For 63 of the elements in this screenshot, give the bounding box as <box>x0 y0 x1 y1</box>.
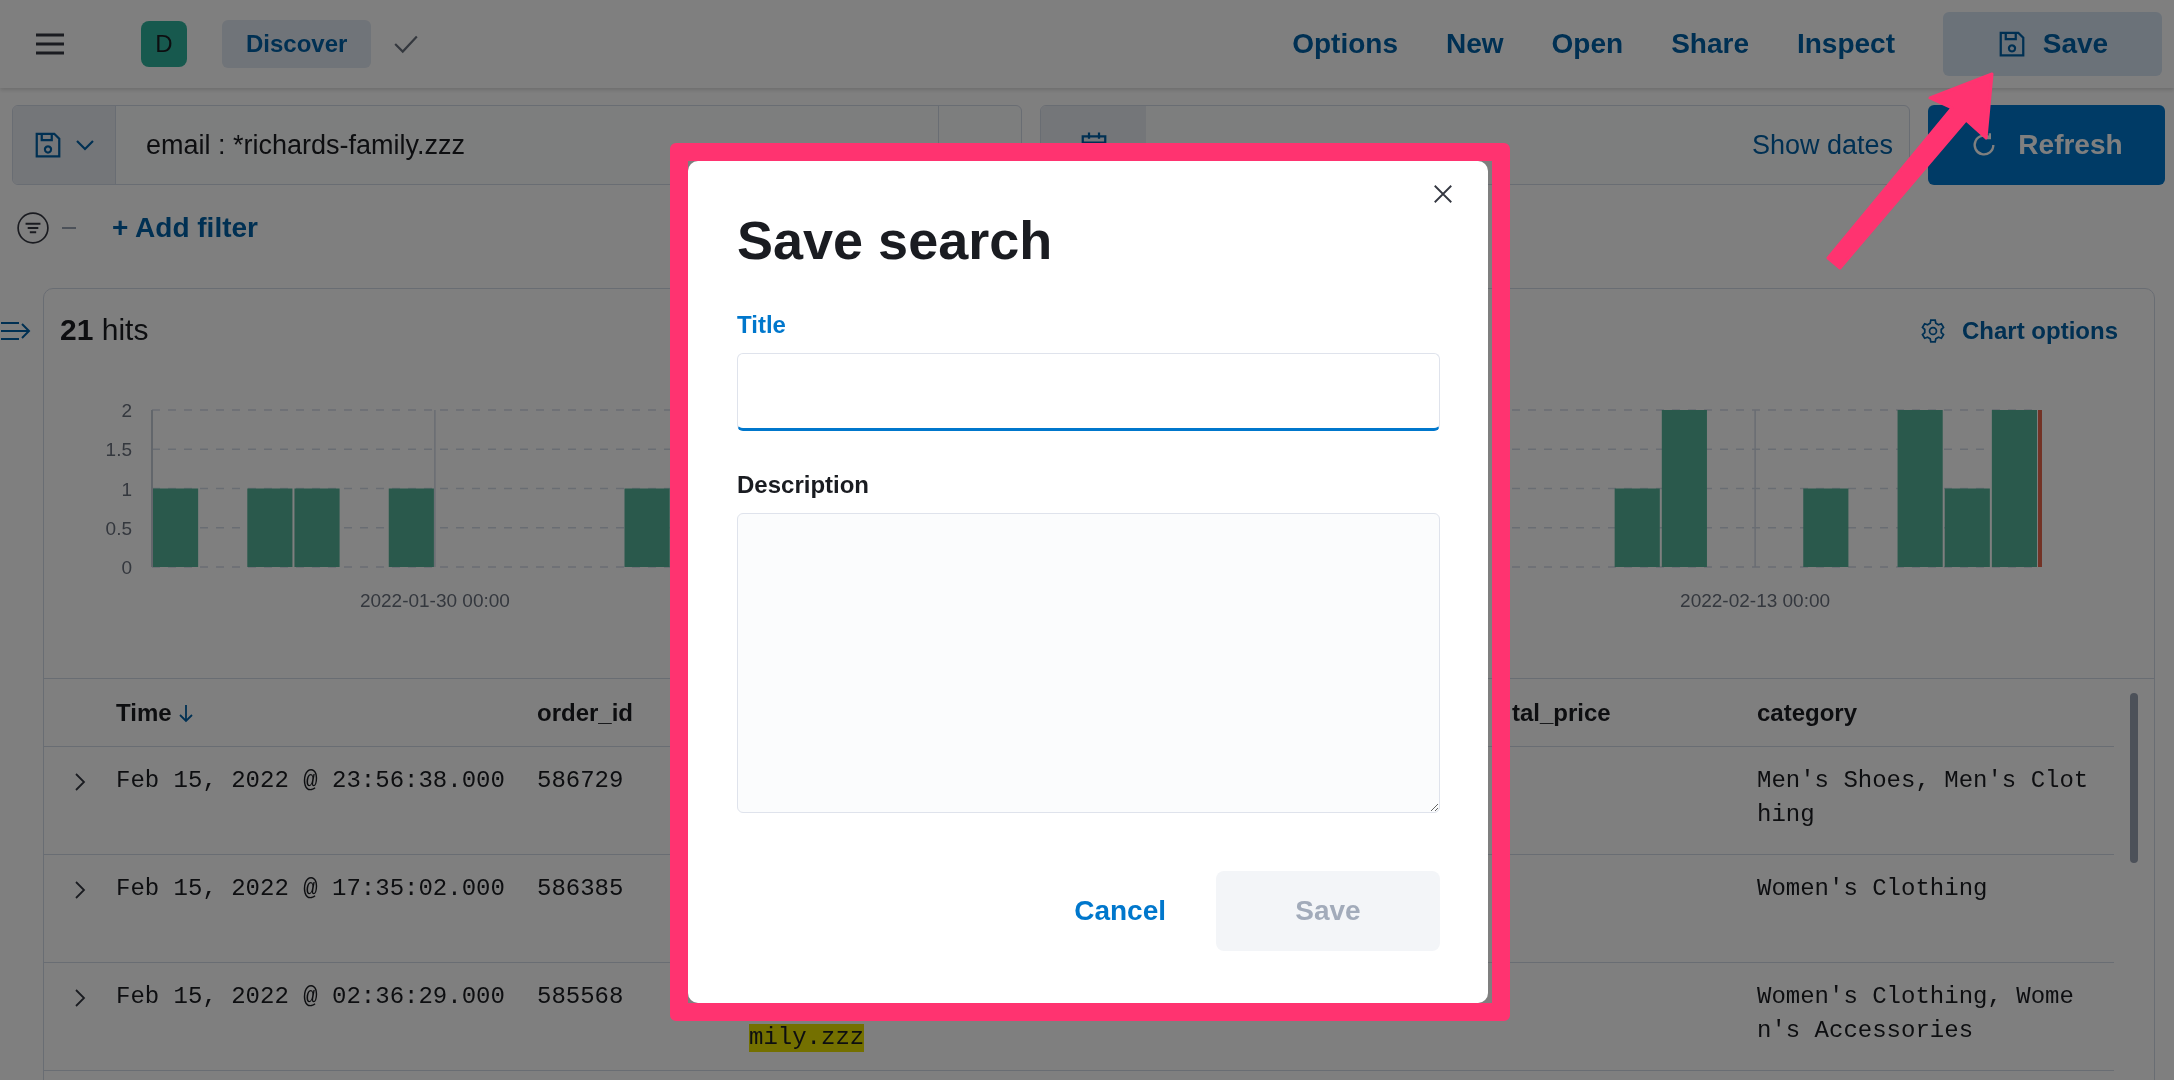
histogram-bar[interactable] <box>247 488 293 567</box>
filter-icon[interactable] <box>16 211 50 245</box>
table-cell-text: 586729 <box>537 766 624 796</box>
table-cell-text: Women's Clothing, Women's Accessories <box>1757 982 2075 1046</box>
table-cell: mily.zzz <box>749 1024 865 1052</box>
table-cell-text: Men's Shoes, Men's Clothing <box>1757 766 2090 830</box>
close-icon[interactable] <box>1432 183 1454 205</box>
field-label: Title <box>737 311 787 339</box>
description-field[interactable] <box>737 513 1440 813</box>
refresh-button[interactable]: Refresh <box>1928 105 2165 185</box>
save-button[interactable]: Save <box>1943 12 2162 76</box>
axis-label: 2022-01-30 00:00 <box>359 590 510 611</box>
histogram-bar[interactable] <box>624 488 670 567</box>
hits-count: 21 hits <box>60 313 149 347</box>
nav-link[interactable]: Inspect <box>1796 28 1895 60</box>
histogram-bar[interactable] <box>1803 488 1849 567</box>
table-cell-text: 585568 <box>537 982 624 1012</box>
cancel-button[interactable]: Cancel <box>1058 895 1182 927</box>
chevron-down-icon[interactable] <box>75 139 95 151</box>
table-cell-text: Feb 15, 2022 @ 17:35:02.000 <box>116 874 505 904</box>
field-label: Description <box>737 471 871 499</box>
gear-icon <box>1920 318 1946 344</box>
chart-options-link[interactable]: Chart options <box>1920 317 2118 345</box>
dialog-title: Save search <box>737 209 1054 271</box>
check-icon <box>393 34 420 54</box>
histogram-bar[interactable] <box>153 488 199 567</box>
axis-label: 0.5 <box>105 517 132 539</box>
menu-icon[interactable] <box>33 32 67 56</box>
show-dates-link[interactable]: Show dates <box>1751 129 1893 161</box>
table-cell-text: 586385 <box>537 874 624 904</box>
table-cell-text: Feb 15, 2022 @ 23:56:38.000 <box>116 766 505 796</box>
axis-label: 2 <box>121 400 132 421</box>
expand-row-icon[interactable] <box>74 772 86 792</box>
nav-link[interactable]: Options <box>1292 28 1398 60</box>
app-tab[interactable]: Discover <box>222 20 372 68</box>
histogram-bar[interactable] <box>1991 410 2037 567</box>
histogram-bar[interactable] <box>1897 410 1943 567</box>
expand-row-icon[interactable] <box>74 880 86 900</box>
axis-label: 1 <box>121 478 132 500</box>
nav-link[interactable]: New <box>1446 28 1504 60</box>
histogram-bar[interactable] <box>1944 488 1990 567</box>
table-cell-text: Women's Clothing <box>1757 874 1989 904</box>
histogram-bar[interactable] <box>388 488 434 567</box>
column-header[interactable]: category <box>1757 698 1858 726</box>
column-header[interactable]: Time <box>116 698 172 727</box>
sidebar-toggle-icon[interactable] <box>0 320 32 342</box>
column-header[interactable]: order_id <box>537 698 634 726</box>
expand-row-icon[interactable] <box>74 988 86 1008</box>
axis-label: 1.5 <box>105 439 132 461</box>
table-cell-text: Feb 15, 2022 @ 02:36:29.000 <box>116 982 505 1012</box>
sort-arrow-icon[interactable] <box>177 702 194 723</box>
axis-label: 2022-02-13 00:00 <box>1680 590 1831 611</box>
app-badge[interactable]: D <box>141 21 187 67</box>
column-header[interactable]: tal_price <box>1512 698 1611 726</box>
title-field[interactable] <box>737 353 1440 431</box>
histogram-bar[interactable] <box>294 488 340 567</box>
histogram-bar[interactable] <box>1661 410 1707 567</box>
add-filter-link[interactable]: + Add filter <box>112 212 258 244</box>
scrollbar[interactable] <box>2130 693 2138 863</box>
nav-link[interactable]: Share <box>1671 28 1749 60</box>
axis-label: 0 <box>121 557 132 578</box>
nav-link[interactable]: Open <box>1551 28 1624 60</box>
histogram-bar[interactable] <box>1614 488 1660 567</box>
